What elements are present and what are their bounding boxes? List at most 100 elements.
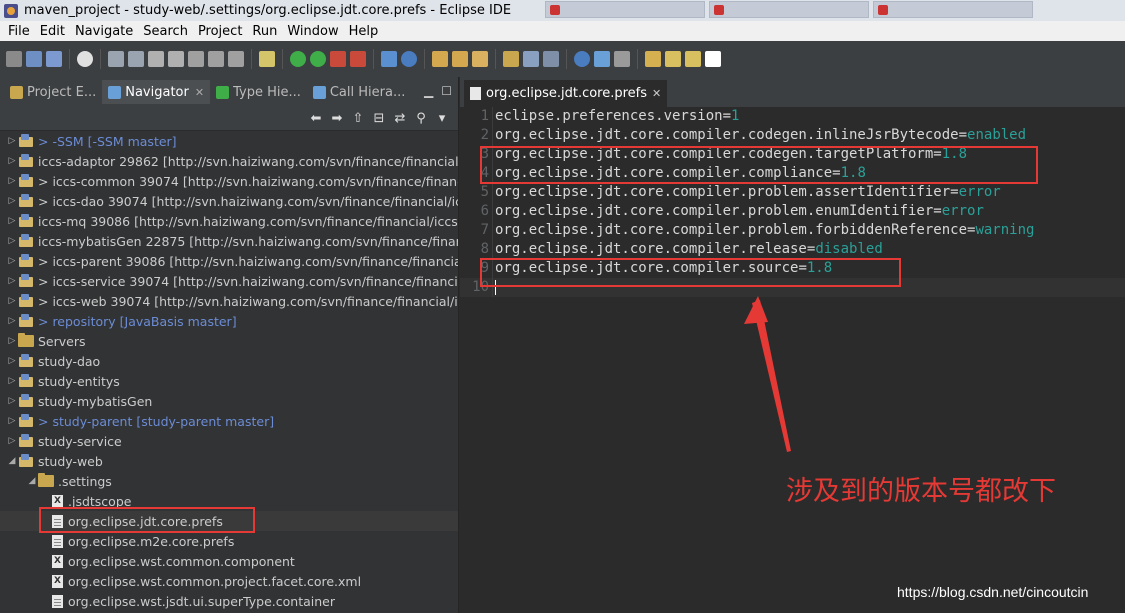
tree-item[interactable]: ▷ study-mybatisGen	[0, 391, 458, 411]
tree-item[interactable]: ▷ > iccs-common 39074 [http://svn.haiziwa…	[0, 171, 458, 191]
tree-item[interactable]: ◢ .settings	[0, 471, 458, 491]
toggle-breadcrumb-icon[interactable]	[503, 51, 519, 67]
tree-item[interactable]: org.eclipse.wst.jsdt.ui.superType.contai…	[0, 591, 458, 611]
code-line[interactable]: 2 org.eclipse.jdt.core.compiler.codegen.i…	[460, 126, 1125, 145]
back-icon[interactable]	[665, 51, 681, 67]
close-icon[interactable]: ✕	[652, 87, 661, 100]
expand-arrow-icon[interactable]: ▷	[6, 256, 18, 266]
save-all-icon[interactable]	[46, 51, 62, 67]
menu-edit[interactable]: Edit	[35, 24, 70, 39]
search-icon[interactable]	[472, 51, 488, 67]
expanded-arrow-icon[interactable]: ◢	[26, 476, 38, 486]
tree-item[interactable]: ▷ study-dao	[0, 351, 458, 371]
maximize-icon[interactable]: ☐	[441, 84, 452, 98]
next-annotation-icon[interactable]	[614, 51, 630, 67]
open-type-icon[interactable]	[432, 51, 448, 67]
code-line[interactable]: 6 org.eclipse.jdt.core.compiler.problem.e…	[460, 202, 1125, 221]
code-line[interactable]: 7 org.eclipse.jdt.core.compiler.problem.f…	[460, 221, 1125, 240]
last-edit-icon[interactable]	[645, 51, 661, 67]
tree-item[interactable]: ▷ > iccs-parent 39086 [http://svn.haiziwa…	[0, 251, 458, 271]
tree-item[interactable]: ▷ Servers	[0, 331, 458, 351]
save-icon[interactable]	[26, 51, 42, 67]
expand-arrow-icon[interactable]: ▷	[6, 236, 18, 246]
debug-icon[interactable]	[290, 51, 306, 67]
expand-arrow-icon[interactable]: ▷	[6, 316, 18, 326]
code-line[interactable]: 4 org.eclipse.jdt.core.compiler.complianc…	[460, 164, 1125, 183]
step-return-icon[interactable]	[228, 51, 244, 67]
expand-arrow-icon[interactable]: ▷	[6, 356, 18, 366]
expand-arrow-icon[interactable]: ▷	[6, 376, 18, 386]
run-icon[interactable]	[310, 51, 326, 67]
new-java-project-icon[interactable]	[381, 51, 397, 67]
code-line[interactable]: 8 org.eclipse.jdt.core.compiler.release = d…	[460, 240, 1125, 259]
editor-tab-prefs[interactable]: org.eclipse.jdt.core.prefs ✕	[464, 80, 668, 107]
skip-breakpoints-icon[interactable]	[108, 51, 124, 67]
tree-item[interactable]: ▷ > study-parent [study-parent master]	[0, 411, 458, 431]
tree-item[interactable]: ▷ iccs-mq 39086 [http://svn.haiziwang.com…	[0, 211, 458, 231]
tree-item[interactable]: ▷ iccs-adaptor 29862 [http://svn.haiziwan…	[0, 151, 458, 171]
expand-arrow-icon[interactable]: ▷	[6, 196, 18, 206]
tree-item[interactable]: ▷ study-service	[0, 431, 458, 451]
tree-item[interactable]: X .jsdtscope	[0, 491, 458, 511]
expand-arrow-icon[interactable]: ▷	[6, 296, 18, 306]
new-icon[interactable]	[6, 51, 22, 67]
menu-project[interactable]: Project	[193, 24, 247, 39]
run-server-icon[interactable]	[350, 51, 366, 67]
code-line[interactable]: 3 org.eclipse.jdt.core.compiler.codegen.t…	[460, 145, 1125, 164]
close-icon[interactable]: ✕	[195, 86, 204, 99]
code-line[interactable]: 1 eclipse.preferences.version = 1	[460, 107, 1125, 126]
history-icon[interactable]	[685, 51, 701, 67]
link-with-editor-icon[interactable]: ⇄	[392, 111, 408, 127]
tree-item[interactable]: ▷ > iccs-service 39074 [http://svn.haiziw…	[0, 271, 458, 291]
view-menu-chevron-down-icon[interactable]: ▾	[434, 111, 450, 127]
build-icon[interactable]	[259, 51, 275, 67]
suspend-icon[interactable]	[148, 51, 164, 67]
minimize-icon[interactable]: ▁	[424, 84, 433, 98]
tree-item[interactable]: ◢ study-web	[0, 451, 458, 471]
tree-item[interactable]: ▷ study-entitys	[0, 371, 458, 391]
tree-item[interactable]: ▷ > iccs-web 39074 [http://svn.haiziwang.…	[0, 291, 458, 311]
menu-search[interactable]: Search	[138, 24, 193, 39]
tab-call-hierarchy[interactable]: Call Hiera...	[307, 80, 412, 104]
menu-navigate[interactable]: Navigate	[70, 24, 138, 39]
expand-arrow-icon[interactable]: ▷	[6, 436, 18, 446]
open-task-icon[interactable]	[452, 51, 468, 67]
code-line[interactable]: 10	[460, 278, 1125, 297]
tree-item[interactable]: ▷ > iccs-dao 39074 [http://svn.haiziwang.…	[0, 191, 458, 211]
user-icon[interactable]	[77, 51, 93, 67]
tree-item[interactable]: ▷ iccs-mybatisGen 22875 [http://svn.haizi…	[0, 231, 458, 251]
tree-item[interactable]: ▷ > -SSM [-SSM master]	[0, 131, 458, 151]
expand-arrow-icon[interactable]: ▷	[6, 416, 18, 426]
up-folder-icon[interactable]: ⇧	[350, 111, 366, 127]
step-over-icon[interactable]	[208, 51, 224, 67]
tab-navigator[interactable]: Navigator ✕	[102, 80, 211, 104]
menu-help[interactable]: Help	[344, 24, 384, 39]
expand-arrow-icon[interactable]: ▷	[6, 216, 18, 226]
forward-icon[interactable]	[705, 51, 721, 67]
menu-window[interactable]: Window	[282, 24, 343, 39]
toggle-mark-icon[interactable]	[523, 51, 539, 67]
forward-arrow-icon[interactable]: ➡	[329, 111, 345, 127]
expand-arrow-icon[interactable]: ▷	[6, 176, 18, 186]
menu-file[interactable]: File	[3, 24, 35, 39]
tab-type-hierarchy[interactable]: Type Hie...	[210, 80, 307, 104]
resume-icon[interactable]	[128, 51, 144, 67]
code-line[interactable]: 9 org.eclipse.jdt.core.compiler.source = 1.…	[460, 259, 1125, 278]
tree-item[interactable]: Xorg.eclipse.wst.common.component	[0, 551, 458, 571]
expand-arrow-icon[interactable]: ▷	[6, 336, 18, 346]
back-arrow-icon[interactable]: ⬅	[308, 111, 324, 127]
terminate-icon[interactable]	[168, 51, 184, 67]
expanded-arrow-icon[interactable]: ◢	[6, 456, 18, 466]
expand-arrow-icon[interactable]: ▷	[6, 136, 18, 146]
show-whitespace-icon[interactable]	[543, 51, 559, 67]
annotation-icon[interactable]	[594, 51, 610, 67]
filter-icon[interactable]: ⚲	[413, 111, 429, 127]
tree-item[interactable]: Xorg.eclipse.wst.common.project.facet.co…	[0, 571, 458, 591]
expand-arrow-icon[interactable]: ▷	[6, 156, 18, 166]
tab-project-explorer[interactable]: Project E...	[4, 80, 102, 104]
new-package-icon[interactable]	[401, 51, 417, 67]
code-editor[interactable]: 1 eclipse.preferences.version = 1 2 org.eclip…	[460, 107, 1125, 613]
tree-item[interactable]: org.eclipse.m2e.core.prefs	[0, 531, 458, 551]
tree-item[interactable]: org.eclipse.jdt.core.prefs	[0, 511, 458, 531]
expand-arrow-icon[interactable]: ▷	[6, 396, 18, 406]
